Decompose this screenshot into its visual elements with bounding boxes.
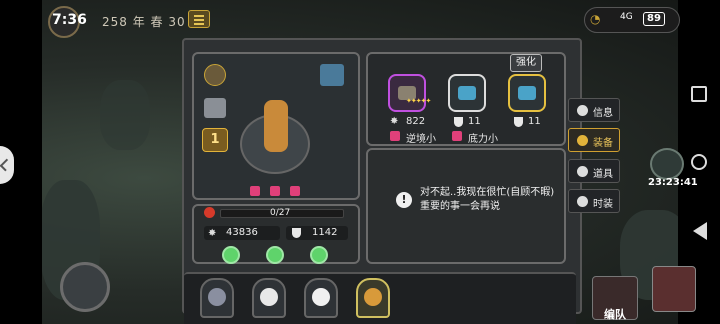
weapon-icon[interactable] [320,64,344,86]
menu-line [194,19,204,21]
potion-icon[interactable] [310,246,328,264]
tab-label: 装备 [593,138,613,149]
hp-text: 0/27 [270,208,291,218]
buff-icon [290,186,300,196]
costume-icon [577,196,588,207]
compass-icon[interactable] [204,64,226,86]
trait-label-1: 逆境小 [406,134,436,145]
tab-costume[interactable]: 时装 [568,189,620,213]
attack-value: 43836 [226,227,258,238]
attack-icon: ✸ [208,228,217,239]
wifi-icon: ◔ [590,12,601,26]
side-handle[interactable] [0,146,14,184]
chevron-right-icon [0,158,13,172]
android-left-edge [0,0,42,324]
game-time: 7:36 [52,12,87,28]
equipment-slot-armor[interactable] [388,74,426,112]
book-icon[interactable] [204,98,226,118]
equipment-value-3: 11 [528,116,541,127]
defense-icon [292,228,301,238]
member-portrait [208,288,226,306]
character-portrait-panel: 1 [192,52,360,200]
potion-icon[interactable] [222,246,240,264]
tab-label: 时装 [593,199,613,210]
shield-icon [454,117,463,127]
player-avatar[interactable] [60,262,110,312]
menu-button[interactable] [188,10,210,28]
event-timer: 23:23:41 [648,177,698,188]
battery-level: 89 [643,12,665,26]
member-portrait [312,288,330,306]
battle-button[interactable] [652,266,696,312]
menu-line [194,23,204,25]
party-member-4[interactable] [356,278,390,318]
signal-indicator: 4G [620,12,633,22]
recents-icon[interactable] [691,86,707,102]
defense-value: 1142 [312,227,338,238]
party-member-3[interactable] [304,278,338,318]
info-icon [577,105,588,116]
home-icon[interactable] [691,154,707,170]
potion-icon[interactable] [266,246,284,264]
tab-label: 信息 [593,108,613,119]
trait-label-2: 底力小 [468,134,498,145]
member-portrait [364,288,382,306]
rarity-stars: ✦✦✦✦✦ [406,97,431,105]
buff-icon [250,186,260,196]
message-text: 对不起..我现在很忙(自顾不暇)重要的事一会再说 [420,187,555,212]
warning-icon: ! [396,192,412,208]
party-member-1[interactable] [200,278,234,318]
trait-icon [390,131,400,141]
menu-line [194,15,204,17]
item-icon [577,166,588,177]
equipment-slot-boots[interactable] [508,74,546,112]
trait-icon [452,131,462,141]
game-date: 258 年 春 30 [102,15,186,29]
game-scene: 7:36 258 年 春 30 ◔ 4G 89 1 0/27 ✸ 43836 1… [0,0,720,324]
boss-icon[interactable] [650,148,684,180]
background-hut [100,80,150,150]
tab-info[interactable]: 信息 [568,98,620,122]
power-icon: ✸ [390,116,399,127]
troop-label: 编队 [604,308,626,321]
equipment-slot-accessory[interactable] [448,74,486,112]
gem-icon [518,86,536,100]
enhance-button[interactable]: 强化 [510,54,542,72]
equip-icon [577,135,588,146]
heart-icon [204,207,215,218]
buff-icon [270,186,280,196]
tab-label: 道具 [593,169,613,180]
back-icon[interactable] [693,222,707,240]
gem-icon [458,86,476,100]
tab-items[interactable]: 道具 [568,159,620,183]
tab-equipment[interactable]: 装备 [568,128,620,152]
hero-sprite [264,100,288,152]
party-member-2[interactable] [252,278,286,318]
equipment-value-2: 11 [468,116,481,127]
equipment-value-1: 822 [406,116,426,127]
shield-icon [514,117,523,127]
level-badge: 1 [202,128,228,152]
member-portrait [260,288,278,306]
